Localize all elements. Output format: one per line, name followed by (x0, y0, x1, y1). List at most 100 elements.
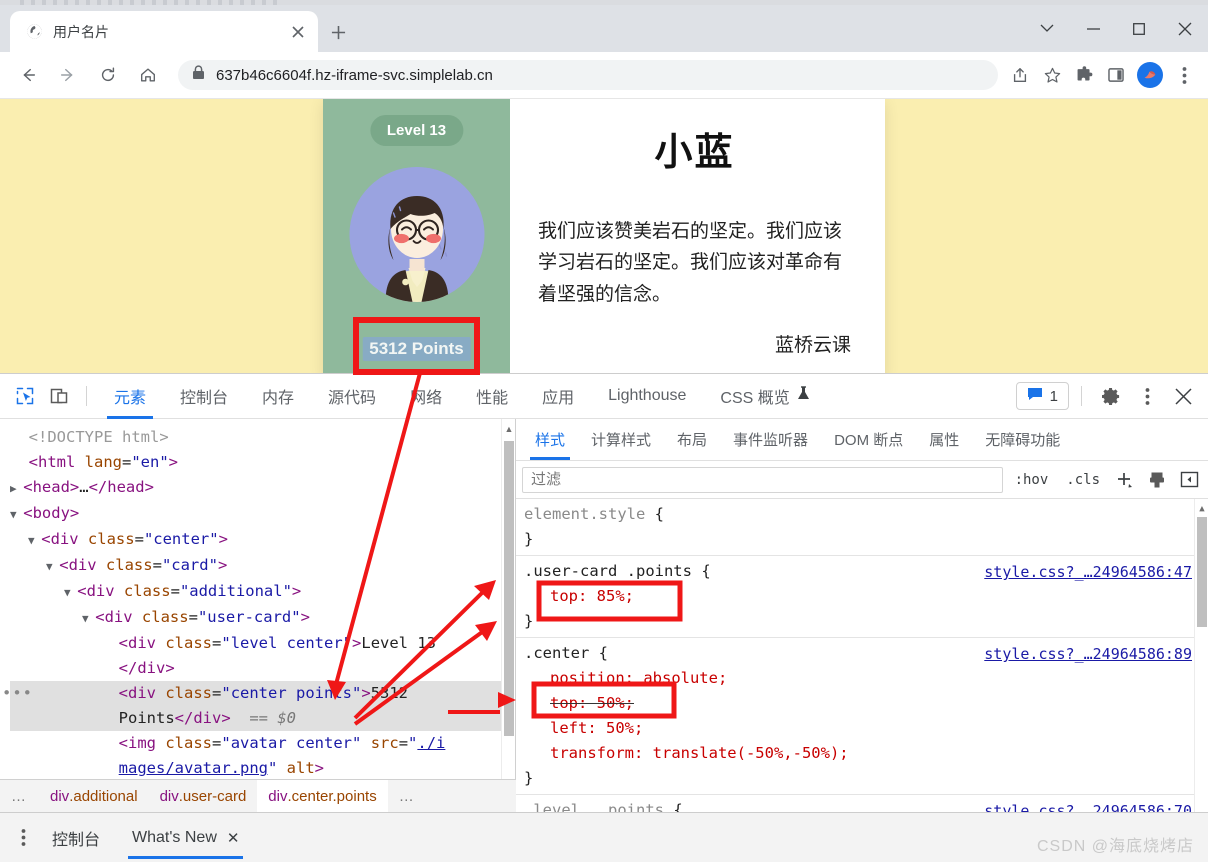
styles-tab-event-listeners[interactable]: 事件监听器 (720, 419, 821, 460)
tab-close-icon[interactable] (286, 20, 310, 44)
styles-filter-input[interactable] (522, 466, 1003, 493)
inspect-element-icon[interactable] (8, 379, 42, 413)
window-maximize-button[interactable] (1116, 5, 1162, 52)
css-rule[interactable]: .user-card .points {style.css?_…24964586… (516, 556, 1208, 638)
dom-token: <div (95, 608, 142, 626)
tab-performance[interactable]: 性能 (459, 374, 525, 419)
new-style-rule-icon[interactable] (1112, 467, 1138, 493)
chevron-down-icon[interactable]: ▼ (46, 560, 59, 573)
breadcrumb-overflow[interactable]: … (0, 780, 39, 812)
dom-node-line[interactable]: ▼ <body> (10, 501, 515, 527)
styles-tab-styles[interactable]: 样式 (522, 419, 578, 460)
breadcrumb[interactable]: … div .additional div .user-card div .center.p… (0, 779, 516, 812)
dom-node-line[interactable]: </div> (10, 656, 515, 681)
home-button[interactable] (132, 59, 164, 91)
dom-node-line[interactable]: Points</div> == $0 (10, 706, 515, 731)
drawer-tab-console[interactable]: 控制台 (36, 813, 116, 862)
toggle-sidebar-icon[interactable] (1176, 467, 1202, 493)
css-declaration[interactable]: top: 50%; (524, 691, 1192, 716)
breadcrumb-item[interactable]: div .user-card (149, 780, 258, 812)
browser-toolbar: 637b46c6604f.hz-iframe-svc.simplelab.cn (0, 52, 1208, 98)
devtools-tabs: 元素 控制台 内存 源代码 网络 性能 应用 Lighthouse CSS 概览 (97, 374, 827, 419)
dom-node-line[interactable]: mages/avatar.png" alt> (10, 756, 515, 781)
tab-network[interactable]: 网络 (393, 374, 459, 419)
tab-memory[interactable]: 内存 (245, 374, 311, 419)
drawer-tab-close-icon[interactable]: ✕ (227, 829, 240, 847)
dom-node-line[interactable]: <div class="level center">Level 13 (10, 631, 515, 656)
css-rule-selector[interactable]: element.style { (524, 502, 1192, 527)
share-icon[interactable] (1004, 59, 1036, 91)
styles-tab-dom-breakpoints[interactable]: DOM 断点 (821, 419, 916, 460)
window-minimize-button[interactable] (1070, 5, 1116, 52)
breadcrumb-item[interactable]: div .additional (39, 780, 149, 812)
dom-node-line[interactable]: <img class="avatar center" src="./i (10, 731, 515, 756)
dom-node-line[interactable]: ▼ <div class="card"> (10, 553, 515, 579)
chevron-down-icon[interactable]: ▼ (64, 586, 77, 599)
hov-toggle-button[interactable]: :hov (1009, 470, 1055, 490)
styles-scroll-up-icon[interactable]: ▲ (1195, 501, 1208, 517)
close-devtools-icon[interactable] (1166, 379, 1200, 413)
extensions-icon[interactable] (1068, 59, 1100, 91)
styles-tab-layout[interactable]: 布局 (664, 419, 720, 460)
css-rule-source-link[interactable]: style.css?_…24964586:89 (984, 642, 1192, 667)
cls-toggle-button[interactable]: .cls (1060, 470, 1106, 490)
dom-node-line[interactable]: <html lang="en"> (10, 450, 515, 475)
dom-node-line[interactable]: ▶ <head>…</head> (10, 475, 515, 501)
drawer-menu-icon[interactable] (10, 828, 36, 847)
dom-node-more-marker[interactable]: ••• (2, 681, 33, 706)
star-icon[interactable] (1036, 59, 1068, 91)
dom-node-line[interactable]: ▼ <div class="center"> (10, 527, 515, 553)
window-close-button[interactable] (1162, 5, 1208, 52)
profile-avatar[interactable] (1137, 62, 1163, 88)
styles-scrollbar-thumb[interactable] (1197, 517, 1207, 627)
dom-token: > (218, 530, 228, 548)
chevron-down-icon[interactable]: ▼ (10, 508, 23, 521)
tab-console[interactable]: 控制台 (163, 374, 245, 419)
tab-application[interactable]: 应用 (525, 374, 591, 419)
breadcrumb-item[interactable]: div .center.points (257, 780, 388, 812)
breadcrumb-overflow[interactable]: … (388, 780, 427, 812)
css-rules-list[interactable]: element.style {} .user-card .points {styl… (516, 499, 1208, 862)
drawer-tab-whats-new[interactable]: What's New ✕ (116, 813, 255, 862)
dom-node-line[interactable]: <!DOCTYPE html> (10, 425, 515, 450)
chevron-down-icon[interactable]: ▼ (82, 612, 95, 625)
print-media-icon[interactable] (1144, 467, 1170, 493)
styles-scrollbar[interactable]: ▲ ▼ (1194, 499, 1208, 862)
dom-node-line[interactable]: ▼ <div class="user-card"> (10, 605, 515, 631)
reload-button[interactable] (92, 59, 124, 91)
browser-tab[interactable]: 用户名片 (10, 11, 318, 52)
css-rule-source-link[interactable]: style.css?_…24964586:47 (984, 560, 1192, 585)
message-count-badge[interactable]: 1 (1015, 382, 1069, 410)
tab-css-overview[interactable]: CSS 概览 (703, 374, 826, 419)
dom-node-line[interactable]: ••• <div class="center points">5312 (2, 681, 515, 706)
gear-icon[interactable] (1094, 379, 1128, 413)
dom-node-line[interactable]: ▼ <div class="additional"> (10, 579, 515, 605)
tab-elements[interactable]: 元素 (97, 374, 163, 419)
back-button[interactable] (12, 59, 44, 91)
address-bar[interactable]: 637b46c6604f.hz-iframe-svc.simplelab.cn (178, 60, 998, 90)
chevron-down-icon[interactable]: ▼ (28, 534, 41, 547)
tab-sources[interactable]: 源代码 (311, 374, 393, 419)
dom-scrollbar-thumb[interactable] (504, 441, 514, 736)
scroll-up-arrow-icon[interactable]: ▲ (502, 421, 515, 437)
css-declaration[interactable]: left: 50%; (524, 716, 1192, 741)
styles-tab-properties[interactable]: 属性 (916, 419, 972, 460)
kebab-menu-icon[interactable] (1130, 379, 1164, 413)
device-toolbar-icon[interactable] (42, 379, 76, 413)
styles-tab-computed[interactable]: 计算样式 (578, 419, 664, 460)
dom-token: class (105, 556, 153, 574)
css-declaration[interactable]: position: absolute; (524, 666, 1192, 691)
chevron-right-icon[interactable]: ▶ (10, 482, 23, 495)
dom-tree[interactable]: <!DOCTYPE html> <html lang="en"> ▶ <head>… (0, 419, 515, 781)
chrome-menu-icon[interactable] (1168, 59, 1200, 91)
tab-lighthouse[interactable]: Lighthouse (591, 374, 703, 419)
new-tab-button[interactable] (324, 18, 352, 46)
css-rule[interactable]: element.style {} (516, 499, 1208, 556)
css-rule[interactable]: .center {style.css?_…24964586:89 position… (516, 638, 1208, 795)
sidepanel-icon[interactable] (1100, 59, 1132, 91)
css-declaration[interactable]: transform: translate(-50%,-50%); (524, 741, 1192, 766)
window-collapse-button[interactable] (1024, 5, 1070, 52)
css-declaration[interactable]: top: 85%; (524, 584, 1192, 609)
forward-button[interactable] (52, 59, 84, 91)
styles-tab-accessibility[interactable]: 无障碍功能 (972, 419, 1073, 460)
